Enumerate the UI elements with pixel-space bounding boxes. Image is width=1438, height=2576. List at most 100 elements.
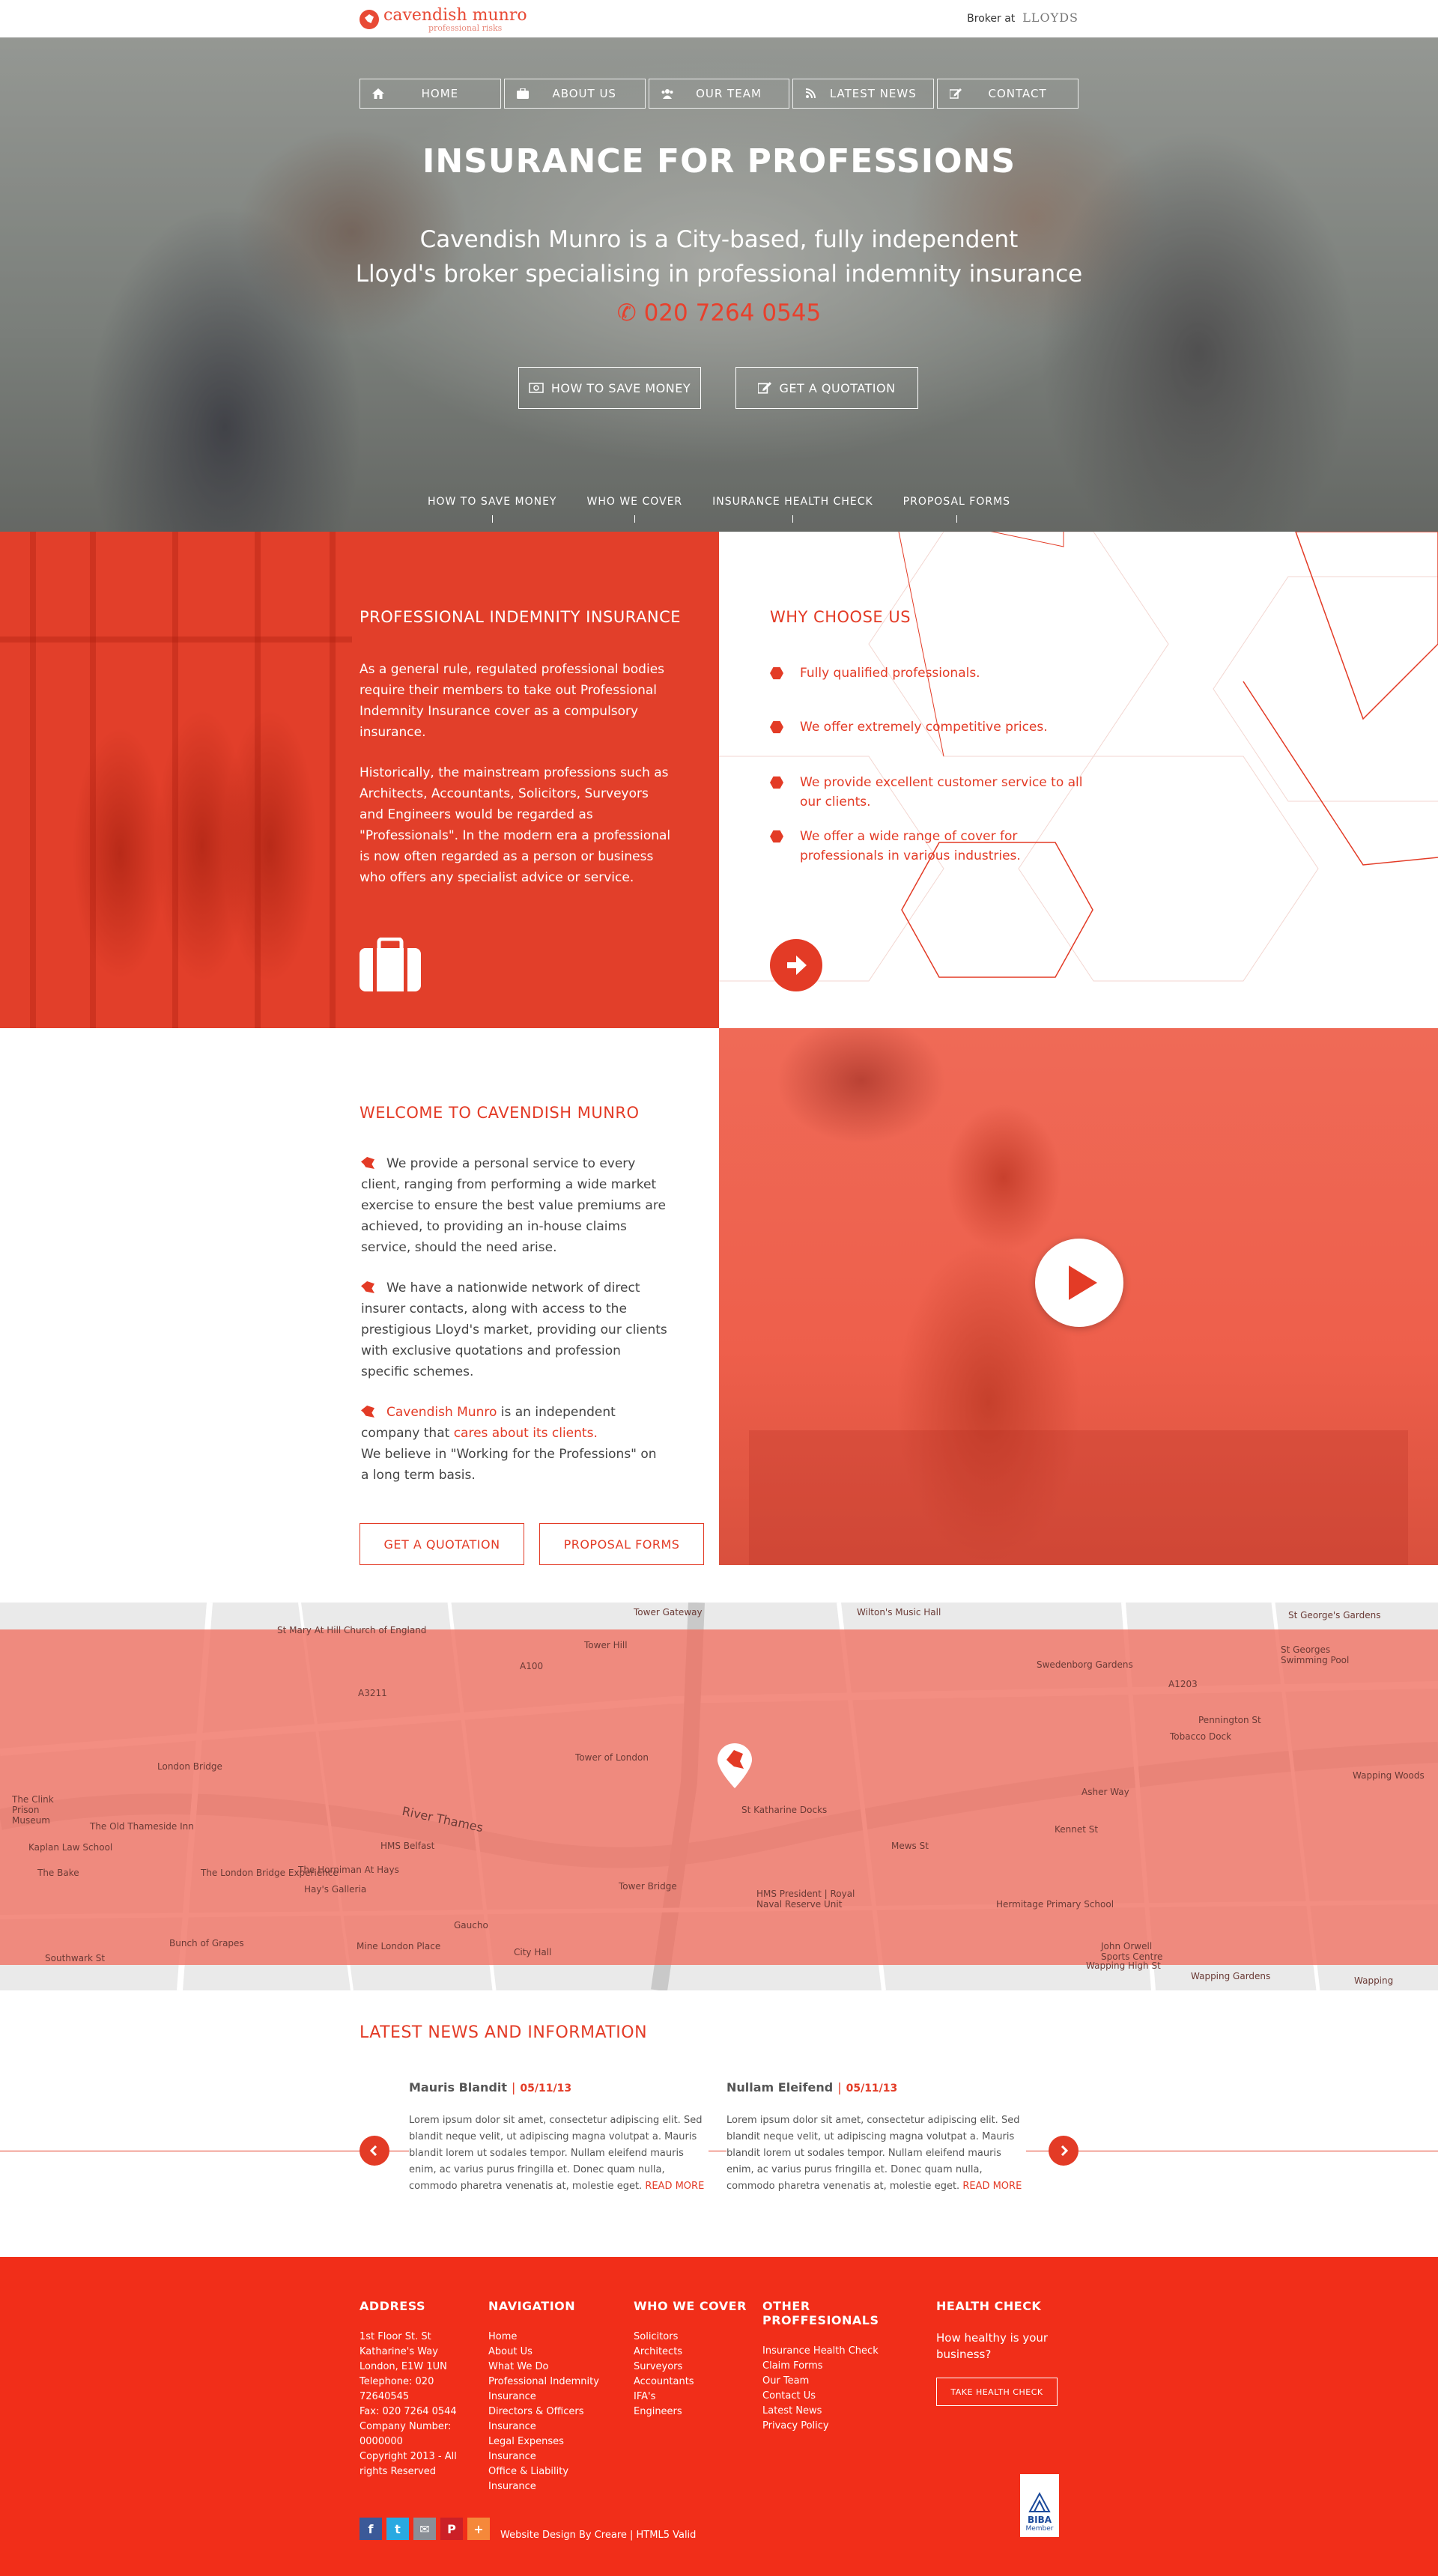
- map-label: Pennington St: [1198, 1715, 1261, 1725]
- money-icon: [529, 383, 544, 393]
- news-author: Nullam Eleifend: [726, 2080, 834, 2094]
- footer-credits[interactable]: Website Design By Creare | HTML5 Valid: [500, 2530, 696, 2541]
- map-label: Southwark St: [45, 1953, 106, 1963]
- footer-who-link[interactable]: Surveyors: [634, 2360, 753, 2375]
- map-label: Tower Bridge: [619, 1881, 677, 1892]
- news-next-button[interactable]: [1049, 2136, 1078, 2166]
- nav-team-label: OUR TEAM: [696, 87, 762, 100]
- hero-subnav: HOW TO SAVE MONEY WHO WE COVER INSURANCE…: [0, 496, 1438, 523]
- nav-contact-label: CONTACT: [988, 87, 1047, 100]
- hero-phone-number: 020 7264 0545: [643, 300, 822, 326]
- cares-about-clients-link[interactable]: cares about its clients.: [454, 1426, 598, 1441]
- hero-phone[interactable]: ✆ 020 7264 0545: [0, 300, 1438, 326]
- cavendish-munro-link[interactable]: Cavendish Munro: [386, 1405, 497, 1420]
- why-more-button[interactable]: [770, 939, 822, 991]
- subnav-proposal-forms[interactable]: PROPOSAL FORMS: [903, 496, 1010, 523]
- nav-latest-news[interactable]: LATEST NEWS: [792, 79, 935, 109]
- nav-our-team[interactable]: OUR TEAM: [648, 79, 790, 109]
- welcome-get-a-quotation-button[interactable]: GET A QUOTATION: [360, 1523, 524, 1565]
- map-label: St George's Gardens: [1288, 1610, 1381, 1620]
- subnav-how-to-save-money[interactable]: HOW TO SAVE MONEY: [428, 496, 557, 523]
- map-marker-icon[interactable]: [718, 1743, 752, 1788]
- site-logo[interactable]: cavendish munro professional risks: [360, 4, 527, 34]
- map-label: A3211: [358, 1688, 387, 1698]
- footer-nav-link[interactable]: What We Do: [488, 2360, 623, 2375]
- footer-who-link[interactable]: IFA's: [634, 2390, 753, 2405]
- map-label: Kennet St: [1055, 1824, 1099, 1835]
- read-more-link[interactable]: READ MORE: [962, 2181, 1022, 2192]
- get-a-quotation-button[interactable]: GET A QUOTATION: [735, 367, 918, 409]
- nav-home[interactable]: HOME: [360, 79, 501, 109]
- why-item-text: We offer extremely competitive prices.: [800, 720, 1048, 735]
- social-links: f t ✉ P +: [360, 2518, 490, 2540]
- footer-nav-link[interactable]: Insurance: [488, 2419, 623, 2434]
- welcome-paragraph-3: Cavendish Munro is an independent compan…: [361, 1405, 657, 1483]
- footer-other-link[interactable]: Claim Forms: [762, 2359, 927, 2374]
- footer-nav-link[interactable]: About Us: [488, 2345, 623, 2360]
- pinterest-icon[interactable]: P: [440, 2518, 463, 2540]
- subnav-who-we-cover[interactable]: WHO WE COVER: [586, 496, 682, 523]
- subnav-insurance-health-check[interactable]: INSURANCE HEALTH CHECK: [712, 496, 873, 523]
- rss-icon: [806, 88, 816, 99]
- biba-member-label: Member: [1025, 2525, 1054, 2533]
- take-health-check-button[interactable]: TAKE HEALTH CHECK: [936, 2378, 1058, 2406]
- footer-who-link[interactable]: Solicitors: [634, 2330, 753, 2345]
- footer-other-professionals-column: OTHER PROFFESIONALS Insurance Health Che…: [762, 2299, 927, 2434]
- facebook-icon[interactable]: f: [360, 2518, 382, 2540]
- footer-nav-link[interactable]: Insurance: [488, 2479, 623, 2494]
- footer-who-link[interactable]: Accountants: [634, 2375, 753, 2390]
- footer-nav-link[interactable]: Insurance: [488, 2390, 623, 2405]
- map-label: Bunch of Grapes: [169, 1938, 244, 1948]
- video-play-button[interactable]: [1035, 1239, 1123, 1327]
- chevron-left-icon: [369, 2145, 377, 2156]
- footer-address-line: Company Number:: [360, 2421, 452, 2432]
- footer-nav-link[interactable]: Professional Indemnity: [488, 2375, 623, 2390]
- plus-icon[interactable]: +: [467, 2518, 490, 2540]
- news-prev-button[interactable]: [360, 2136, 389, 2166]
- pi-title: PROFESSIONAL INDEMNITY INSURANCE: [360, 608, 682, 626]
- footer-health-title: HEALTH CHECK: [936, 2299, 1042, 2313]
- edit-icon: [950, 88, 962, 99]
- footer-who-link[interactable]: Engineers: [634, 2405, 753, 2419]
- twitter-icon[interactable]: t: [386, 2518, 409, 2540]
- welcome-paragraph-1: We provide a personal service to every c…: [361, 1156, 666, 1255]
- footer-who-we-cover-column: WHO WE COVER Solicitors Architects Surve…: [634, 2299, 753, 2419]
- footer-nav-link[interactable]: Insurance: [488, 2449, 623, 2464]
- footer-other-link[interactable]: Privacy Policy: [762, 2419, 927, 2434]
- why-item: Fully qualified professionals.: [770, 663, 1084, 683]
- footer-other-link[interactable]: Insurance Health Check: [762, 2344, 927, 2359]
- nav-about-label: ABOUT US: [552, 87, 616, 100]
- footer-other-link[interactable]: Contact Us: [762, 2389, 927, 2404]
- health-check-question: How healthy is your business?: [936, 2331, 1049, 2361]
- why-item: We provide excellent customer service to…: [770, 773, 1084, 812]
- nav-about-us[interactable]: ABOUT US: [503, 79, 646, 109]
- footer-who-link[interactable]: Architects: [634, 2345, 753, 2360]
- footer-nav-link[interactable]: Directors & Officers: [488, 2405, 623, 2419]
- how-to-save-money-button[interactable]: HOW TO SAVE MONEY: [518, 367, 701, 409]
- nav-contact[interactable]: CONTACT: [937, 79, 1078, 109]
- footer-other-link[interactable]: Latest News: [762, 2404, 927, 2419]
- map-label: John Orwell Sports Centre: [1101, 1941, 1163, 1962]
- broker-label: Broker at: [967, 13, 1016, 25]
- logo-name: cavendish munro: [383, 5, 527, 25]
- chevron-right-icon: [1061, 2145, 1069, 2156]
- map-label: Gaucho: [454, 1920, 488, 1931]
- map-label: Tower Gateway: [634, 1607, 703, 1617]
- footer-nav-link[interactable]: Office & Liability: [488, 2464, 623, 2479]
- map-label: Wapping Woods: [1353, 1770, 1425, 1781]
- footer-other-link[interactable]: Our Team: [762, 2374, 927, 2389]
- footer-navigation-title: NAVIGATION: [488, 2299, 576, 2313]
- news-item: Nullam Eleifend | 05/11/13 Lorem ipsum dol…: [726, 2080, 1026, 2195]
- news-item: Mauris Blandit | 05/11/13 Lorem ipsum dolo…: [409, 2080, 709, 2195]
- footer-nav-link[interactable]: Home: [488, 2330, 623, 2345]
- footer-address-line: 72640545: [360, 2391, 410, 2402]
- footer-navigation-column: NAVIGATION Home About Us What We Do Prof…: [488, 2299, 623, 2494]
- read-more-link[interactable]: READ MORE: [645, 2181, 704, 2192]
- footer-address-line: Katharine's Way: [360, 2346, 438, 2357]
- map-label: The Clink Prison Museum: [12, 1794, 54, 1826]
- footer-nav-link[interactable]: Legal Expenses: [488, 2434, 623, 2449]
- page: cavendish munro professional risks Broke…: [0, 0, 1438, 2576]
- map-label: Mews St: [891, 1841, 929, 1851]
- email-icon[interactable]: ✉: [413, 2518, 436, 2540]
- welcome-proposal-forms-button[interactable]: PROPOSAL FORMS: [539, 1523, 704, 1565]
